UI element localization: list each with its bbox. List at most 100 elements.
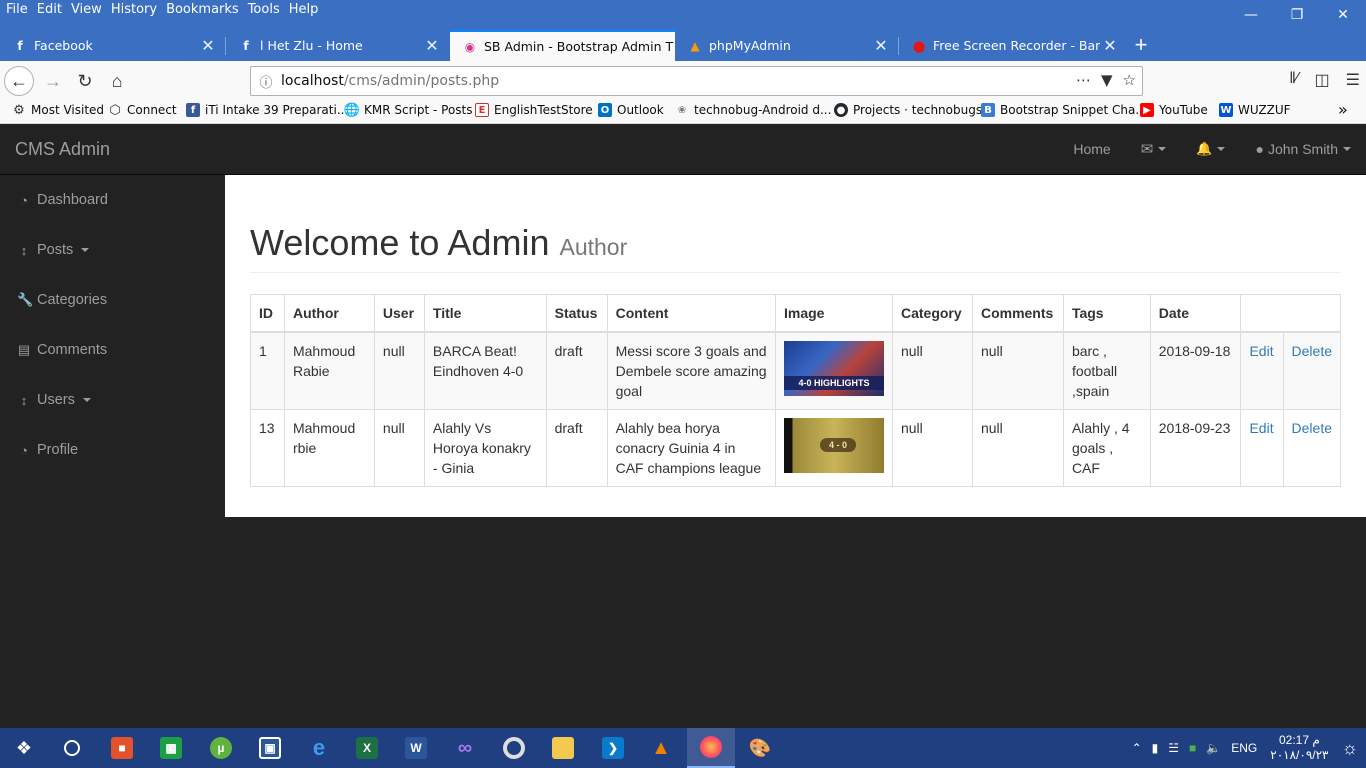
volume-icon[interactable]: 🔈 — [1206, 741, 1221, 755]
taskbar-edge[interactable]: e — [295, 728, 343, 768]
bookmark-wuzzuf[interactable]: W WUZZUF — [1219, 103, 1291, 117]
dashboard-icon: ◔ — [20, 442, 28, 458]
messages-dropdown[interactable]: ✉ — [1126, 140, 1182, 158]
taskbar-opera[interactable] — [490, 728, 538, 768]
user-dropdown[interactable]: ● John Smith — [1240, 141, 1366, 157]
close-window-button[interactable]: ✕ — [1320, 0, 1366, 30]
maximize-button[interactable]: ❐ — [1274, 0, 1320, 30]
close-tab-icon[interactable]: ✕ — [422, 36, 442, 55]
home-link[interactable]: Home — [1058, 141, 1125, 157]
brand-link[interactable]: CMS Admin — [15, 139, 110, 160]
delete-link[interactable]: Delete — [1292, 420, 1332, 436]
windows-taskbar: ❖ ■ ▩ µ ▣ e X W ∞ ❯ ▲ 🎨 ⌃ ▮ ☱ ■ 🔈 ENG 02… — [0, 728, 1366, 768]
menu-file[interactable]: File — [6, 2, 35, 17]
reload-button[interactable]: ↻ — [70, 66, 100, 96]
excel-icon: X — [356, 737, 378, 759]
bookmark-englishteststore[interactable]: E EnglishTestStore — [475, 103, 593, 117]
menu-view[interactable]: View — [71, 2, 109, 17]
utorrent-icon: µ — [210, 737, 232, 759]
tab-facebook[interactable]: f Facebook ✕ — [0, 30, 226, 61]
back-button[interactable]: ← — [4, 66, 34, 96]
col-date: Date — [1149, 294, 1242, 333]
sidebar-item-profile[interactable]: ◔ Profile — [0, 425, 225, 475]
tab-sb-admin[interactable]: ◉ SB Admin - Bootstrap Admin T — [450, 30, 675, 61]
app-tray-icon[interactable]: ■ — [1189, 741, 1196, 755]
taskbar-utorrent[interactable]: µ — [197, 728, 245, 768]
url-bar[interactable]: ⓘ localhost/cms/admin/posts.php ⋯ ▼ ☆ — [250, 66, 1143, 96]
sidebar-item-posts[interactable]: ↕ Posts — [0, 225, 225, 275]
cell-id: 13 — [250, 409, 285, 487]
close-tab-icon[interactable]: ✕ — [1100, 36, 1120, 55]
sidebar-item-users[interactable]: ↕ Users — [0, 375, 225, 425]
bandicam-icon: ● — [912, 36, 926, 55]
bookmark-iti[interactable]: f iTi Intake 39 Preparati... — [186, 103, 348, 117]
chevron-up-icon[interactable]: ⌃ — [1132, 741, 1142, 755]
bookmark-star-icon[interactable]: ☆ — [1123, 71, 1136, 89]
taskbar-app[interactable]: ▣ — [246, 728, 294, 768]
cell-comments: null — [971, 409, 1064, 487]
alerts-dropdown[interactable]: 🔔 — [1181, 141, 1240, 157]
facebook-icon: f — [243, 38, 249, 53]
action-center-icon[interactable]: ☼ — [1342, 738, 1359, 759]
hamburger-menu-icon[interactable]: ☰ — [1346, 70, 1360, 90]
taskbar-visual-studio[interactable]: ∞ — [441, 728, 489, 768]
bookmark-connect[interactable]: ⬡ Connect — [108, 103, 176, 118]
delete-link[interactable]: Delete — [1292, 343, 1332, 359]
tab-phpmyadmin[interactable]: ▲ phpMyAdmin ✕ — [675, 30, 899, 61]
taskbar-excel[interactable]: X — [343, 728, 391, 768]
taskbar-vlc[interactable]: ▲ — [637, 728, 685, 768]
sidebar-toggle-icon[interactable]: ◫ — [1315, 70, 1330, 90]
menu-bookmarks[interactable]: Bookmarks — [166, 2, 246, 17]
forward-button[interactable]: → — [38, 66, 68, 96]
post-thumbnail: 4-0 HIGHLIGHTS — [783, 341, 884, 396]
menu-tools[interactable]: Tools — [248, 2, 287, 17]
sidebar-item-label: Categories — [37, 292, 108, 308]
edit-link[interactable]: Edit — [1249, 420, 1273, 436]
edit-link[interactable]: Edit — [1249, 343, 1273, 359]
taskbar-firefox[interactable] — [687, 728, 735, 768]
dashboard-icon: ◔ — [20, 192, 28, 208]
pocket-icon[interactable]: ▼ — [1101, 71, 1113, 89]
cell-author: Mahmoud Rabie — [283, 331, 375, 410]
menu-edit[interactable]: Edit — [37, 2, 69, 17]
arrows-v-icon: ↕ — [20, 242, 28, 258]
page-actions-icon[interactable]: ⋯ — [1076, 71, 1091, 89]
taskbar-file-explorer[interactable] — [539, 728, 587, 768]
bookmark-most-visited[interactable]: ⚙ Most Visited — [12, 103, 104, 118]
tab-het-zlu[interactable]: f l Het Zlu - Home ✕ — [226, 30, 450, 61]
close-tab-icon[interactable]: ✕ — [198, 36, 218, 55]
bookmark-outlook[interactable]: O Outlook — [598, 103, 664, 117]
info-icon[interactable]: ⓘ — [251, 72, 281, 91]
new-tab-button[interactable]: + — [1128, 30, 1154, 61]
sidebar-item-dashboard[interactable]: ◔ Dashboard — [0, 175, 225, 225]
taskbar-vscode[interactable]: ❯ — [589, 728, 637, 768]
bookmark-bootstrap-snippet[interactable]: B Bootstrap Snippet Cha... — [981, 103, 1147, 117]
wifi-icon[interactable]: ☱ — [1168, 741, 1179, 755]
sidebar-item-comments[interactable]: ▤ Comments — [0, 325, 225, 375]
more-bookmarks-icon[interactable]: » — [1338, 100, 1348, 119]
word-icon: W — [405, 737, 427, 759]
tab-bandicam[interactable]: ● Free Screen Recorder - Bandica ✕ — [899, 30, 1128, 61]
bookmark-projects[interactable]: ● Projects · technobugs — [834, 103, 982, 117]
cell-author: Mahmoud rbie — [283, 409, 375, 487]
sidebar-item-categories[interactable]: 🔧 Categories — [0, 275, 225, 325]
language-indicator[interactable]: ENG — [1231, 741, 1257, 755]
menu-help[interactable]: Help — [289, 2, 326, 17]
bookmark-kmr[interactable]: 🌐 KMR Script - Posts — [344, 103, 473, 118]
library-icon[interactable]: ‖⁄ — [1289, 70, 1298, 90]
clock[interactable]: 02:17 م ٢٠١٨/٠٩/٢٣ — [1270, 733, 1328, 763]
menu-history[interactable]: History — [111, 2, 164, 17]
close-tab-icon[interactable]: ✕ — [871, 36, 891, 55]
bookmark-technobug[interactable]: ❀ technobug-Android d... — [675, 103, 832, 117]
start-button[interactable]: ❖ — [0, 728, 48, 768]
taskbar-app[interactable]: ■ — [98, 728, 146, 768]
bookmark-youtube[interactable]: ▶ YouTube — [1140, 103, 1208, 117]
home-button[interactable]: ⌂ — [102, 66, 132, 96]
thumbnail-caption: 4-0 HIGHLIGHTS — [783, 376, 884, 390]
minimize-button[interactable]: — — [1228, 0, 1274, 30]
taskbar-app[interactable]: ▩ — [147, 728, 195, 768]
cortana-button[interactable] — [48, 728, 96, 768]
taskbar-paint[interactable]: 🎨 — [736, 728, 784, 768]
battery-icon[interactable]: ▮ — [1152, 741, 1159, 755]
taskbar-word[interactable]: W — [392, 728, 440, 768]
